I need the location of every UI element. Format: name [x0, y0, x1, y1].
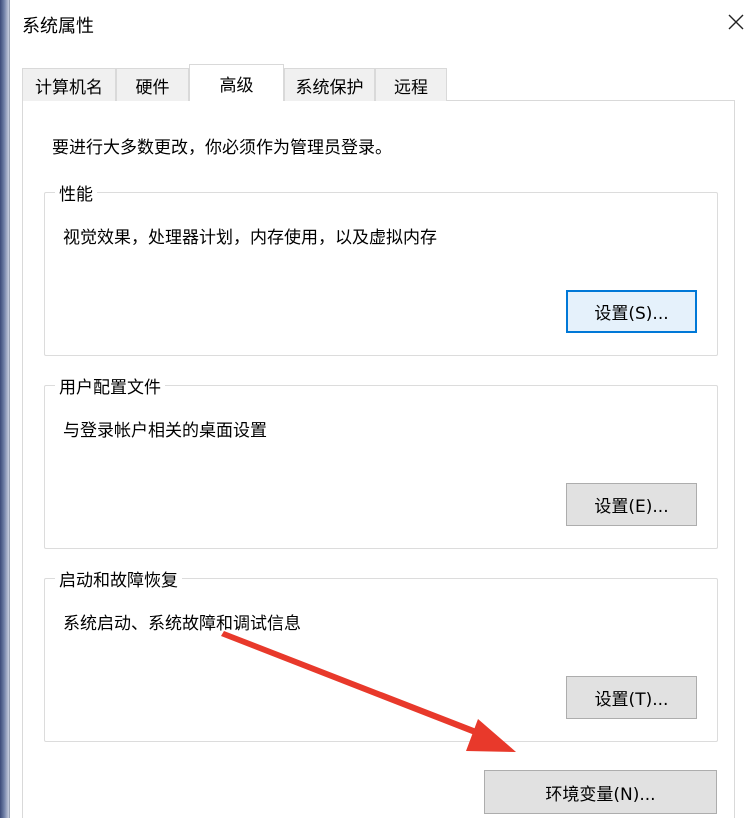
tab-label: 计算机名	[35, 77, 103, 98]
user-profiles-settings-button[interactable]: 设置(E)...	[566, 483, 697, 526]
desktop-background-edge	[0, 0, 9, 818]
tab-hardware[interactable]: 硬件	[116, 68, 189, 101]
tab-computer-name[interactable]: 计算机名	[22, 68, 116, 101]
startup-recovery-group: 启动和故障恢复 系统启动、系统故障和调试信息 设置(T)...	[44, 566, 718, 742]
group-description: 系统启动、系统故障和调试信息	[63, 614, 301, 634]
group-title: 启动和故障恢复	[55, 566, 182, 591]
group-description: 与登录帐户相关的桌面设置	[63, 421, 267, 441]
tab-remote[interactable]: 远程	[375, 68, 447, 101]
group-description: 视觉效果，处理器计划，内存使用，以及虚拟内存	[63, 228, 437, 248]
tab-label: 系统保护	[295, 77, 364, 98]
window-title: 系统属性	[22, 16, 94, 37]
admin-notice: 要进行大多数更改，你必须作为管理员登录。	[52, 138, 392, 158]
group-title: 用户配置文件	[55, 373, 165, 398]
tab-strip: 计算机名 硬件 高级 系统保护 远程	[22, 64, 722, 101]
close-button[interactable]	[716, 0, 756, 44]
tab-label: 高级	[219, 75, 254, 96]
close-icon	[728, 14, 744, 30]
performance-settings-button[interactable]: 设置(S)...	[566, 290, 697, 333]
performance-group: 性能 视觉效果，处理器计划，内存使用，以及虚拟内存 设置(S)...	[44, 180, 718, 356]
tab-advanced[interactable]: 高级	[189, 64, 284, 101]
environment-variables-button[interactable]: 环境变量(N)...	[484, 770, 717, 814]
startup-recovery-settings-button[interactable]: 设置(T)...	[566, 676, 697, 719]
tab-system-protection[interactable]: 系统保护	[284, 68, 375, 101]
group-title: 性能	[55, 180, 97, 205]
system-properties-dialog: 系统属性 计算机名 硬件 高级 系统保护 远程 要进行大多数更改，你必须作为管理…	[9, 0, 756, 818]
tab-label: 远程	[394, 77, 428, 98]
user-profiles-group: 用户配置文件 与登录帐户相关的桌面设置 设置(E)...	[44, 373, 718, 549]
tab-label: 硬件	[135, 77, 170, 98]
